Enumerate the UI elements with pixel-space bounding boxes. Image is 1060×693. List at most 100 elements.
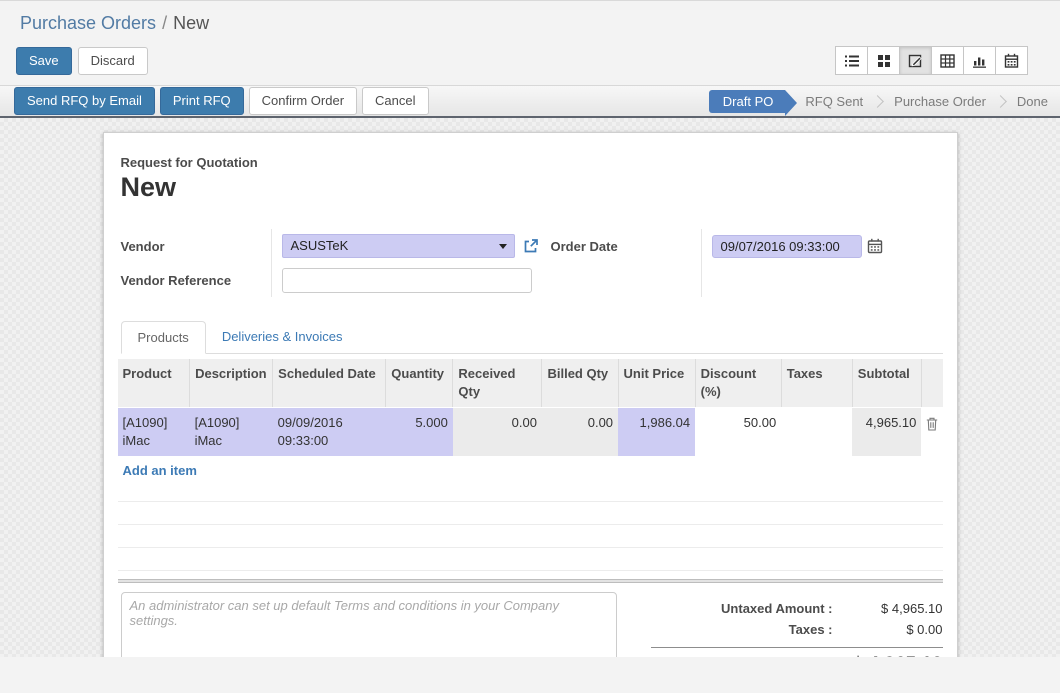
- cancel-button[interactable]: Cancel: [362, 87, 428, 115]
- calendar-view-button[interactable]: [995, 46, 1028, 75]
- cell-actions: [921, 407, 942, 456]
- caret-down-icon: [499, 244, 507, 249]
- kanban-view-button[interactable]: [867, 46, 900, 75]
- cell-unit-price[interactable]: 1,986.04: [618, 407, 695, 456]
- form-view-button[interactable]: [899, 46, 932, 75]
- column-header-billed-qty: Billed Qty: [542, 359, 618, 407]
- field-area: Vendor Vendor Reference ASUSTeK: [121, 229, 943, 297]
- column-header-taxes: Taxes: [781, 359, 852, 407]
- breadcrumb: Purchase Orders / New: [0, 9, 1060, 36]
- delete-line-icon[interactable]: [926, 417, 938, 431]
- form-edit-icon: [908, 53, 923, 68]
- column-header-subtotal: Subtotal: [852, 359, 921, 407]
- untaxed-amount-value: $ 4,965.10: [833, 598, 943, 619]
- vendor-value: ASUSTeK: [291, 238, 349, 253]
- column-header-scheduled-date: Scheduled Date: [273, 359, 386, 407]
- open-vendor-record-button[interactable]: [523, 238, 539, 254]
- column-header-discount: Discount (%): [695, 359, 781, 407]
- cell-subtotal: 4,965.10: [852, 407, 921, 456]
- chevron-right-icon: [871, 95, 884, 108]
- page-title: New: [121, 172, 943, 203]
- tab-deliveries-invoices[interactable]: Deliveries & Invoices: [206, 321, 359, 353]
- vendor-label: Vendor: [121, 239, 165, 254]
- bar-chart-icon: [972, 54, 987, 68]
- cell-product[interactable]: [A1090] iMac: [118, 407, 190, 456]
- send-rfq-by-email-button[interactable]: Send RFQ by Email: [14, 87, 155, 115]
- column-header-product: Product: [118, 359, 190, 407]
- main-content: Request for Quotation New Vendor Vendor …: [0, 118, 1060, 657]
- order-date-input[interactable]: [712, 235, 862, 258]
- statusbar: Send RFQ by Email Print RFQ Confirm Orde…: [0, 85, 1060, 118]
- bottom-section: Untaxed Amount : $ 4,965.10 Taxes : $ 0.…: [118, 592, 943, 657]
- column-header-actions: [921, 359, 942, 407]
- calendar-icon: [1004, 53, 1019, 68]
- control-panel: Purchase Orders / New Save Discard: [0, 0, 1060, 85]
- status-step-purchase-order[interactable]: Purchase Order: [894, 94, 986, 109]
- confirm-order-button[interactable]: Confirm Order: [249, 87, 357, 115]
- terms-and-conditions-textarea[interactable]: [121, 592, 617, 657]
- totals-divider: [651, 647, 943, 648]
- total-label: Total :: [651, 655, 833, 657]
- breadcrumb-current: New: [173, 13, 209, 33]
- pivot-view-button[interactable]: [931, 46, 964, 75]
- notebook-tabs: Products Deliveries & Invoices: [121, 321, 943, 354]
- status-pipeline: Draft PO RFQ Sent Purchase Order Done: [709, 90, 1048, 113]
- chevron-right-icon: [994, 95, 1007, 108]
- cell-taxes[interactable]: [781, 407, 852, 456]
- screen: Purchase Orders / New Save Discard: [0, 0, 1060, 657]
- taxes-row: Taxes : $ 0.00: [651, 619, 943, 640]
- column-header-description: Description: [190, 359, 273, 407]
- tab-products[interactable]: Products: [121, 321, 206, 354]
- taxes-value: $ 0.00: [833, 619, 943, 640]
- total-row: Total : $ 4,965.10: [651, 654, 943, 657]
- table-header-row: Product Description Scheduled Date Quant…: [118, 359, 943, 407]
- sheet-subtitle: Request for Quotation: [121, 155, 943, 170]
- cell-quantity[interactable]: 5.000: [386, 407, 453, 456]
- empty-row: [118, 548, 943, 571]
- untaxed-amount-label: Untaxed Amount :: [651, 598, 833, 619]
- add-an-item-link[interactable]: Add an item: [123, 463, 197, 478]
- empty-row: [118, 502, 943, 525]
- save-button[interactable]: Save: [16, 47, 72, 75]
- graph-view-button[interactable]: [963, 46, 996, 75]
- order-lines-table: Product Description Scheduled Date Quant…: [118, 359, 943, 571]
- order-date-label: Order Date: [551, 239, 618, 254]
- print-rfq-button[interactable]: Print RFQ: [160, 87, 244, 115]
- breadcrumb-parent-link[interactable]: Purchase Orders: [20, 13, 156, 33]
- breadcrumb-separator: /: [162, 13, 167, 33]
- cell-discount[interactable]: 50.00: [695, 407, 781, 456]
- vendor-select[interactable]: ASUSTeK: [282, 234, 515, 258]
- datepicker-calendar-icon[interactable]: [867, 238, 883, 254]
- untaxed-amount-row: Untaxed Amount : $ 4,965.10: [651, 598, 943, 619]
- section-separator: [118, 579, 943, 583]
- totals-panel: Untaxed Amount : $ 4,965.10 Taxes : $ 0.…: [651, 592, 943, 657]
- list-icon: [844, 54, 860, 68]
- status-step-draft-po[interactable]: Draft PO: [709, 90, 786, 113]
- toolbar: Save Discard: [0, 36, 1060, 85]
- discard-button[interactable]: Discard: [78, 47, 148, 75]
- terms-area: [121, 592, 617, 657]
- cell-scheduled-date[interactable]: 09/09/2016 09:33:00: [273, 407, 386, 456]
- left-field-group: Vendor Vendor Reference ASUSTeK: [121, 229, 551, 297]
- vendor-reference-label: Vendor Reference: [121, 273, 232, 288]
- order-line-row: [A1090] iMac [A1090] iMac 09/09/2016 09:…: [118, 407, 943, 456]
- column-header-received-qty: Received Qty: [453, 359, 542, 407]
- list-view-button[interactable]: [835, 46, 868, 75]
- column-header-unit-price: Unit Price: [618, 359, 695, 407]
- right-field-group: Order Date: [551, 229, 883, 297]
- status-step-rfq-sent[interactable]: RFQ Sent: [805, 94, 863, 109]
- form-sheet: Request for Quotation New Vendor Vendor …: [103, 132, 958, 657]
- total-value: $ 4,965.10: [833, 654, 943, 657]
- cell-billed-qty: 0.00: [542, 407, 618, 456]
- empty-row: [118, 525, 943, 548]
- view-switcher: [835, 46, 1028, 75]
- taxes-label: Taxes :: [651, 619, 833, 640]
- add-item-row: Add an item: [118, 456, 943, 502]
- status-step-done[interactable]: Done: [1017, 94, 1048, 109]
- pivot-table-icon: [940, 54, 955, 68]
- cell-received-qty: 0.00: [453, 407, 542, 456]
- cell-description[interactable]: [A1090] iMac: [190, 407, 273, 456]
- column-header-quantity: Quantity: [386, 359, 453, 407]
- vendor-reference-input[interactable]: [282, 268, 532, 293]
- kanban-icon: [877, 54, 891, 68]
